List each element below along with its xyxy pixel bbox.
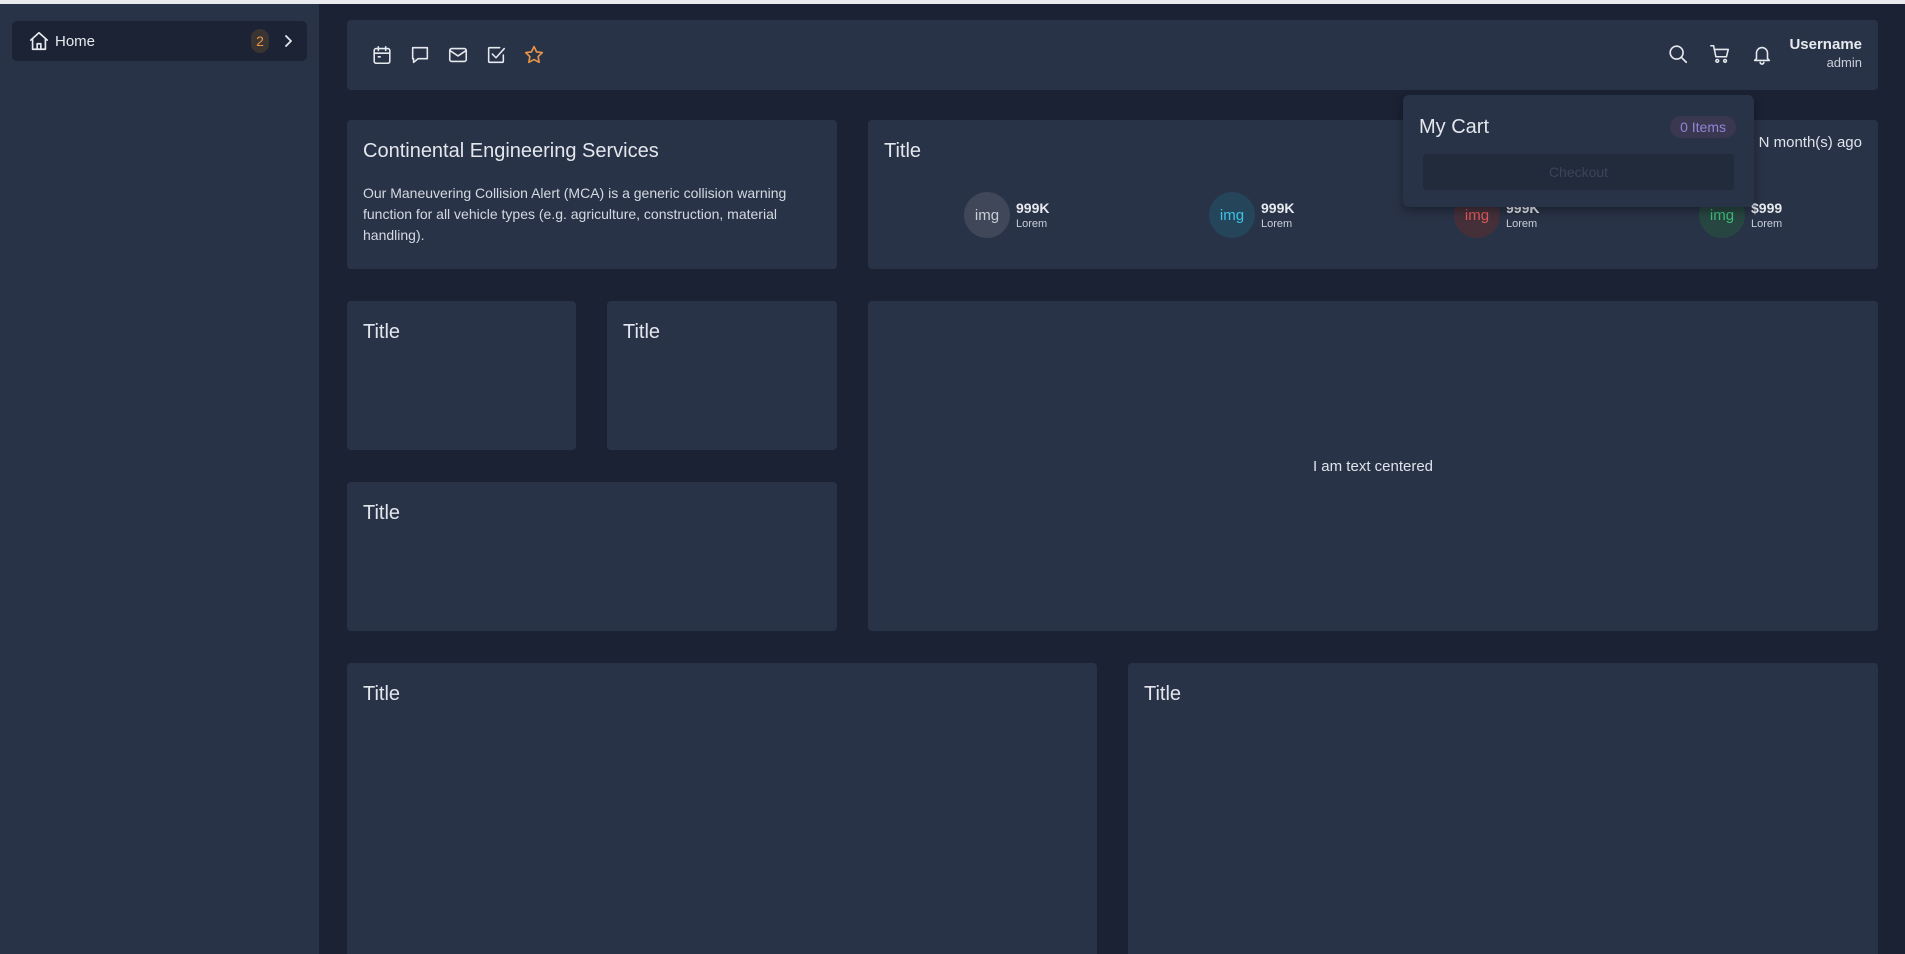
cart-title: My Cart	[1419, 116, 1489, 138]
card-title: Title	[363, 502, 401, 524]
bell-icon[interactable]	[1751, 43, 1773, 65]
sidebar-item-badge: 2	[251, 29, 269, 53]
stat-item: img 999K Lorem	[1209, 192, 1294, 238]
card-title: Title	[884, 140, 922, 162]
stat-value: $999	[1751, 200, 1783, 216]
small-card-b: Title	[607, 301, 837, 450]
card-title: Title	[363, 683, 401, 705]
small-card-a: Title	[347, 301, 576, 450]
search-icon[interactable]	[1667, 43, 1689, 65]
stat-label: Lorem	[1261, 218, 1293, 230]
company-description: Our Maneuvering Collision Alert (MCA) is…	[363, 185, 787, 243]
card-title: Title	[623, 321, 661, 343]
card-title: Title	[1144, 683, 1182, 705]
cart-dropdown: My Cart 0 Items Checkout	[1403, 95, 1754, 207]
cart-items-badge: 0 Items	[1670, 116, 1736, 138]
centered-text: I am text centered	[1312, 457, 1434, 475]
company-card: Continental Engineering Services Our Man…	[347, 120, 837, 269]
toolbar-left	[371, 44, 545, 66]
stat-image: img	[964, 192, 1010, 238]
mail-icon[interactable]	[447, 44, 469, 66]
sidebar: Home 2	[0, 4, 319, 954]
checkout-button[interactable]: Checkout	[1423, 154, 1734, 190]
user-menu[interactable]: Username admin	[1789, 36, 1862, 72]
chat-icon[interactable]	[409, 44, 431, 66]
bottom-left-card: Title	[347, 663, 1097, 954]
stat-label: Lorem	[1751, 218, 1783, 230]
stat-value: 999K	[1261, 200, 1295, 216]
calendar-icon[interactable]	[371, 44, 393, 66]
user-role: admin	[1826, 55, 1862, 70]
chevron-right-icon[interactable]	[281, 34, 295, 48]
stat-image: img	[1209, 192, 1255, 238]
sidebar-item-label: Home	[55, 32, 96, 50]
big-card: I am text centered	[868, 301, 1878, 631]
checkbox-icon[interactable]	[485, 44, 507, 66]
sidebar-item-home[interactable]: Home 2	[12, 21, 307, 61]
bottom-right-card: Title	[1128, 663, 1878, 954]
stat-value: 999K	[1016, 200, 1050, 216]
toolbar-right: Username admin	[1667, 36, 1862, 72]
cart-icon[interactable]	[1709, 43, 1731, 65]
stat-label: Lorem	[1506, 218, 1538, 230]
stat-item: img 999K Lorem	[964, 192, 1049, 238]
mid-card: Title	[347, 482, 837, 631]
top-bar: Username admin	[347, 20, 1878, 90]
home-icon	[29, 31, 49, 51]
stat-label: Lorem	[1016, 218, 1048, 230]
card-title: Continental Engineering Services	[363, 140, 659, 162]
updated-time: e N month(s) ago	[1746, 134, 1862, 151]
card-title: Title	[363, 321, 401, 343]
user-name: Username	[1789, 36, 1862, 53]
star-icon[interactable]	[523, 44, 545, 66]
